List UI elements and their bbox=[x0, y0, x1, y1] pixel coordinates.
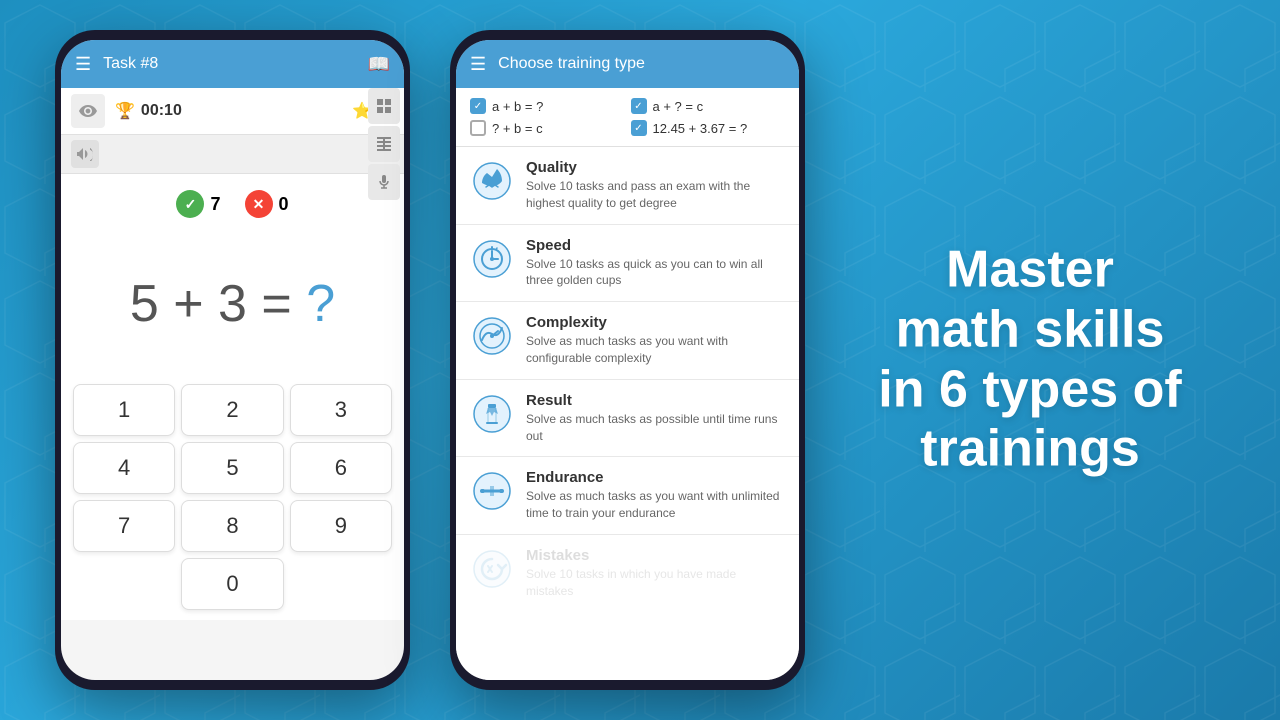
result-icon bbox=[470, 392, 514, 436]
sound-bar bbox=[61, 135, 404, 174]
key-4[interactable]: 4 bbox=[73, 442, 175, 494]
right-screen-content: ☰ Choose training type ✓ a + b = ? ✓ a +… bbox=[456, 40, 799, 680]
endurance-desc: Solve as much tasks as you want with unl… bbox=[526, 488, 785, 522]
book-icon[interactable]: 📖 bbox=[368, 54, 390, 75]
checkbox-label-2: a + ? = c bbox=[653, 99, 704, 114]
sound-icon[interactable] bbox=[71, 140, 99, 168]
right-phone-screen: ☰ Choose training type ✓ a + b = ? ✓ a +… bbox=[456, 40, 799, 680]
endurance-icon bbox=[470, 469, 514, 513]
key-2[interactable]: 2 bbox=[181, 384, 283, 436]
key-8[interactable]: 8 bbox=[181, 500, 283, 552]
marketing-text: Master math skills in 6 types of trainin… bbox=[840, 240, 1220, 479]
mic-icon[interactable] bbox=[368, 164, 400, 200]
result-area: ✓ 7 ✕ 0 bbox=[61, 174, 404, 234]
training-item-endurance[interactable]: Endurance Solve as much tasks as you wan… bbox=[456, 457, 799, 535]
checkbox-label-4: 12.45 + 3.67 = ? bbox=[653, 121, 748, 136]
checkbox-label-1: a + b = ? bbox=[492, 99, 543, 114]
side-toolbar bbox=[368, 88, 400, 200]
speed-icon bbox=[470, 237, 514, 281]
mistakes-desc: Solve 10 tasks in which you have made mi… bbox=[526, 566, 785, 600]
endurance-title: Endurance bbox=[526, 469, 785, 486]
checkbox-item-3[interactable]: ? + b = c bbox=[470, 120, 625, 136]
task-bar: 🏆 00:10 ⭐ 28 bbox=[61, 88, 404, 135]
check-circle: ✓ bbox=[176, 190, 204, 218]
menu-icon[interactable]: ☰ bbox=[75, 54, 91, 75]
key-9[interactable]: 9 bbox=[290, 500, 392, 552]
left-phone-screen: ☰ Task #8 📖 🏆 00:10 ⭐ 28 bbox=[61, 40, 404, 680]
checkbox-checked-4: ✓ bbox=[631, 120, 647, 136]
right-header-title: Choose training type bbox=[498, 55, 785, 73]
training-item-result[interactable]: Result Solve as much tasks as possible u… bbox=[456, 380, 799, 458]
quality-desc: Solve 10 tasks and pass an exam with the… bbox=[526, 178, 785, 212]
checkbox-label-3: ? + b = c bbox=[492, 121, 543, 136]
quality-info: Quality Solve 10 tasks and pass an exam … bbox=[526, 159, 785, 212]
incorrect-result: ✕ 0 bbox=[245, 190, 289, 218]
key-0[interactable]: 0 bbox=[181, 558, 283, 610]
result-info: Result Solve as much tasks as possible u… bbox=[526, 392, 785, 445]
result-title: Result bbox=[526, 392, 785, 409]
right-app-header: ☰ Choose training type bbox=[456, 40, 799, 88]
speed-desc: Solve 10 tasks as quick as you can to wi… bbox=[526, 256, 785, 290]
checkbox-item-1[interactable]: ✓ a + b = ? bbox=[470, 98, 625, 114]
speed-title: Speed bbox=[526, 237, 785, 254]
complexity-desc: Solve as much tasks as you want with con… bbox=[526, 333, 785, 367]
timer-area: 🏆 00:10 bbox=[115, 101, 352, 121]
keypad-area: 1 2 3 4 5 6 7 8 9 0 bbox=[61, 374, 404, 620]
result-desc: Solve as much tasks as possible until ti… bbox=[526, 411, 785, 445]
mistakes-info: Mistakes Solve 10 tasks in which you hav… bbox=[526, 547, 785, 600]
keypad-grid: 1 2 3 4 5 6 7 8 9 bbox=[73, 384, 392, 552]
right-phone: ☰ Choose training type ✓ a + b = ? ✓ a +… bbox=[450, 30, 805, 690]
complexity-info: Complexity Solve as much tasks as you wa… bbox=[526, 314, 785, 367]
correct-count: 7 bbox=[210, 194, 220, 215]
checkbox-item-2[interactable]: ✓ a + ? = c bbox=[631, 98, 786, 114]
endurance-info: Endurance Solve as much tasks as you wan… bbox=[526, 469, 785, 522]
left-app-header: ☰ Task #8 📖 bbox=[61, 40, 404, 88]
cross-circle: ✕ bbox=[245, 190, 273, 218]
key-7[interactable]: 7 bbox=[73, 500, 175, 552]
checkbox-unchecked-3 bbox=[470, 120, 486, 136]
checkbox-checked-1: ✓ bbox=[470, 98, 486, 114]
left-phone: ☰ Task #8 📖 🏆 00:10 ⭐ 28 bbox=[55, 30, 410, 690]
training-item-speed[interactable]: Speed Solve 10 tasks as quick as you can… bbox=[456, 225, 799, 303]
key-zero-row: 0 bbox=[73, 558, 392, 610]
mistakes-title: Mistakes bbox=[526, 547, 785, 564]
right-phone-shell: ☰ Choose training type ✓ a + b = ? ✓ a +… bbox=[450, 30, 805, 690]
key-3[interactable]: 3 bbox=[290, 384, 392, 436]
training-list: Quality Solve 10 tasks and pass an exam … bbox=[456, 147, 799, 680]
grid-icon[interactable] bbox=[368, 88, 400, 124]
quality-icon bbox=[470, 159, 514, 203]
speed-info: Speed Solve 10 tasks as quick as you can… bbox=[526, 237, 785, 290]
trophy-icon: 🏆 bbox=[115, 101, 135, 121]
left-phone-shell: ☰ Task #8 📖 🏆 00:10 ⭐ 28 bbox=[55, 30, 410, 690]
checkbox-checked-2: ✓ bbox=[631, 98, 647, 114]
equation-display: 5 + 3 = ? bbox=[61, 234, 404, 374]
timer-display: 00:10 bbox=[141, 102, 182, 120]
key-5[interactable]: 5 bbox=[181, 442, 283, 494]
key-6[interactable]: 6 bbox=[290, 442, 392, 494]
training-item-complexity[interactable]: Complexity Solve as much tasks as you wa… bbox=[456, 302, 799, 380]
quality-title: Quality bbox=[526, 159, 785, 176]
correct-result: ✓ 7 bbox=[176, 190, 220, 218]
training-item-quality[interactable]: Quality Solve 10 tasks and pass an exam … bbox=[456, 147, 799, 225]
training-item-mistakes[interactable]: Mistakes Solve 10 tasks in which you hav… bbox=[456, 535, 799, 612]
complexity-icon bbox=[470, 314, 514, 358]
incorrect-count: 0 bbox=[279, 194, 289, 215]
complexity-title: Complexity bbox=[526, 314, 785, 331]
checkbox-item-4[interactable]: ✓ 12.45 + 3.67 = ? bbox=[631, 120, 786, 136]
key-1[interactable]: 1 bbox=[73, 384, 175, 436]
left-header-title: Task #8 bbox=[103, 55, 367, 73]
right-menu-icon[interactable]: ☰ bbox=[470, 54, 486, 75]
mistakes-icon bbox=[470, 547, 514, 591]
checkbox-area: ✓ a + b = ? ✓ a + ? = c ? + b = c ✓ 12.4… bbox=[456, 88, 799, 147]
table-icon[interactable] bbox=[368, 126, 400, 162]
eye-icon[interactable] bbox=[71, 94, 105, 128]
